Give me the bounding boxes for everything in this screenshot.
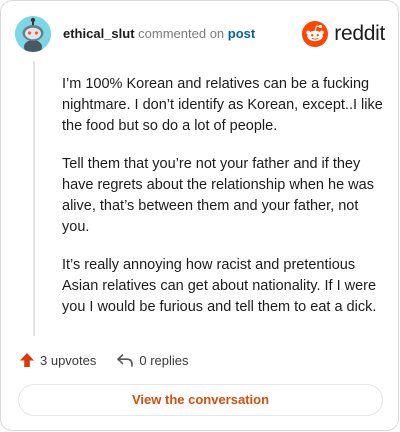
reply-count: 0 replies [139,352,189,368]
upvote-count: 3 upvotes [40,352,97,368]
comment-byline: ethical_slut commented on post [63,26,255,41]
reddit-logo[interactable]: reddit [302,19,385,49]
comment-actions: 3 upvotes 0 replies [19,349,209,371]
thread-line [33,61,35,336]
commented-on-text: commented on [138,26,225,41]
comment-paragraph: It’s really annoying how racist and pret… [62,257,377,315]
username-link[interactable]: ethical_slut [63,26,135,41]
upvote-arrow-icon [20,353,34,367]
view-conversation-button[interactable]: View the conversation [18,384,383,416]
upvote-button[interactable]: 3 upvotes [19,352,96,368]
comment-paragraph: I’m 100% Korean and relatives can be a f… [62,76,383,134]
post-link[interactable]: post [228,26,255,41]
reddit-snoo-icon [302,21,329,47]
comment-body: I’m 100% Korean and relatives can be a f… [62,74,384,335]
reply-button[interactable]: 0 replies [116,352,189,368]
user-avatar[interactable] [15,16,51,52]
comment-header: ethical_slut commented on post reddit [15,16,385,52]
snoo-avatar-icon [15,16,51,52]
embedded-comment-card: ethical_slut commented on post reddit I’… [0,0,399,431]
comment-paragraph: Tell them that you’re not your father an… [62,156,374,235]
reply-arrow-icon [117,354,134,367]
reddit-wordmark: reddit [334,22,385,45]
